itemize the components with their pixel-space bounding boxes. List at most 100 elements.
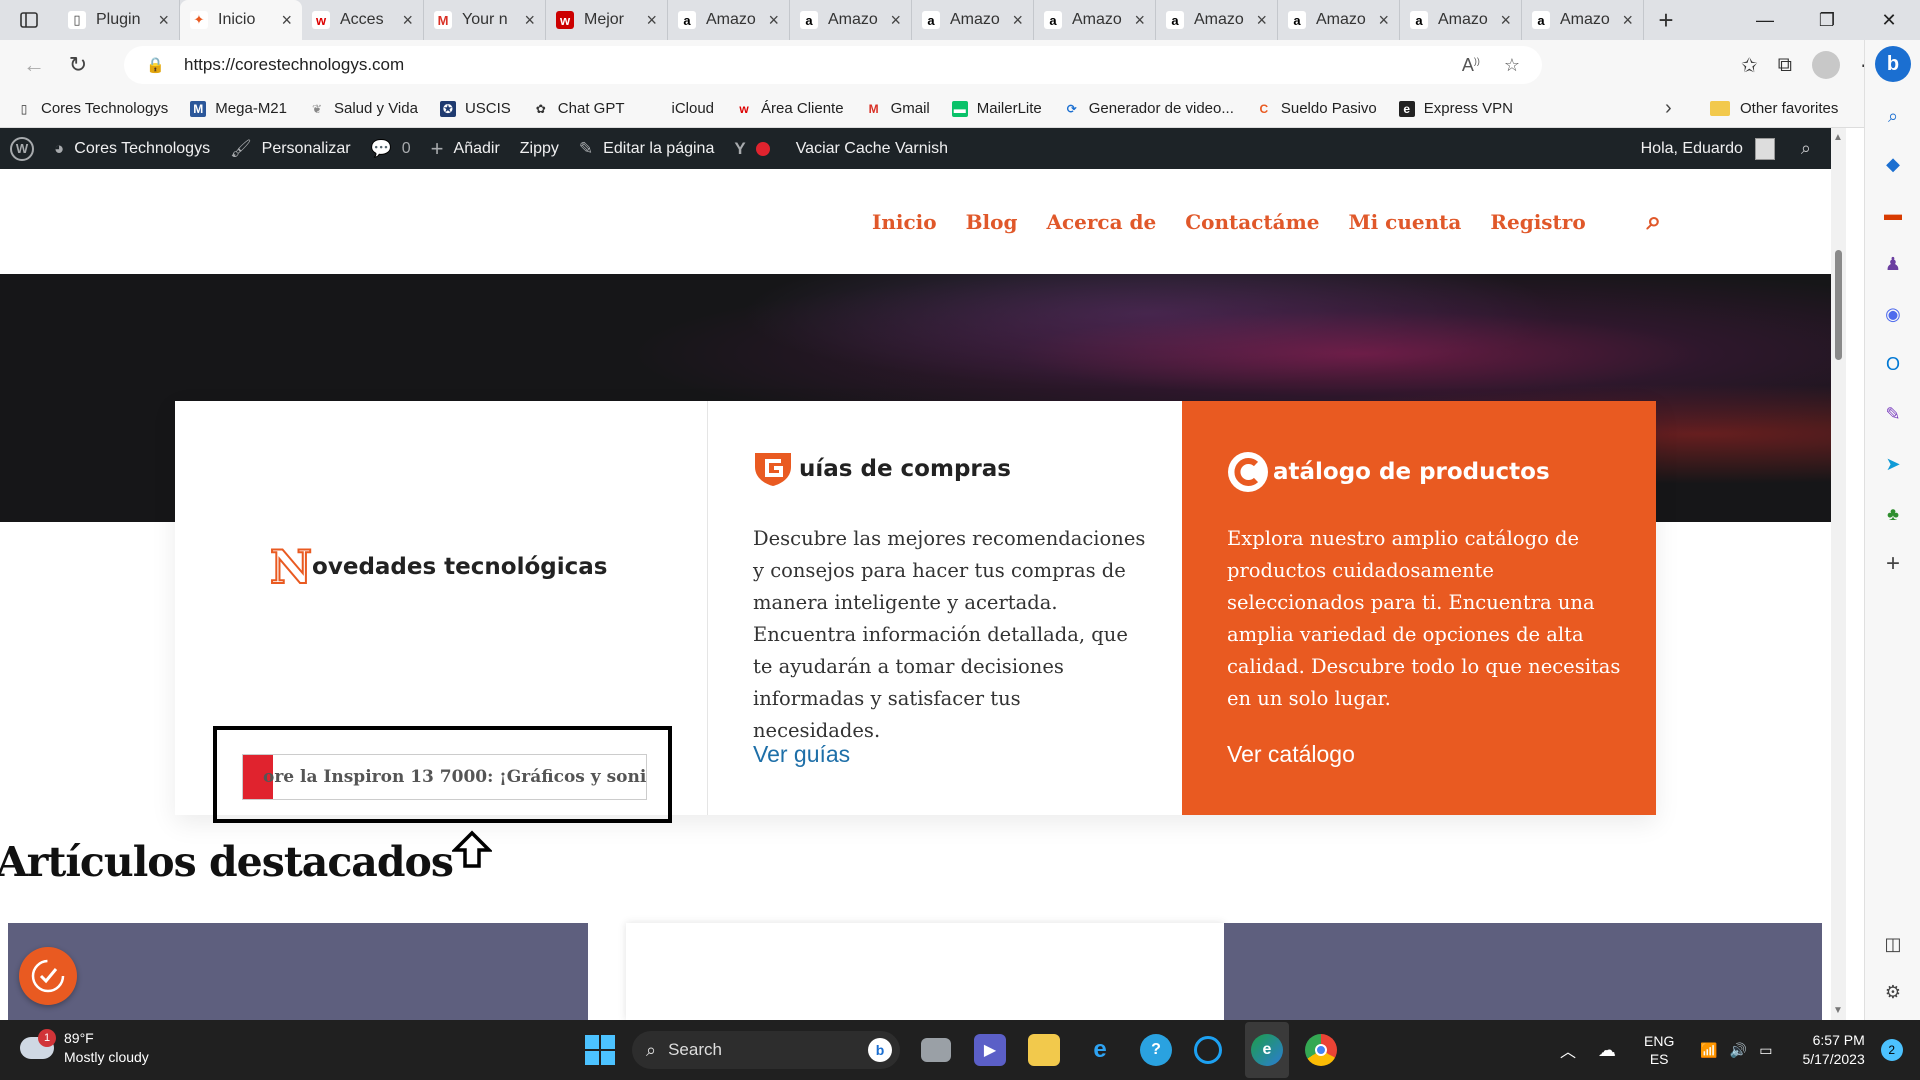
tab-5[interactable]: a Amazo ×	[668, 0, 790, 40]
bing-chat-icon[interactable]: b	[1875, 46, 1911, 82]
language-indicator[interactable]: ENG ES	[1644, 1032, 1674, 1068]
wp-add-new[interactable]: + Añadir	[431, 136, 500, 162]
refresh-button[interactable]: ↻	[56, 45, 100, 85]
tab-4[interactable]: w Mejor ×	[546, 0, 668, 40]
games-icon[interactable]: ♟	[1881, 252, 1905, 276]
menu-item-registro[interactable]: Registro	[1490, 210, 1585, 234]
url-text[interactable]: https://corestechnologys.com	[184, 55, 404, 75]
close-tab-icon[interactable]: ×	[402, 10, 413, 31]
wordpress-logo-icon[interactable]: W	[10, 136, 34, 161]
volume-icon[interactable]: 🔊	[1730, 1042, 1747, 1059]
close-tab-icon[interactable]: ×	[158, 10, 169, 31]
close-tab-icon[interactable]: ×	[1500, 10, 1511, 31]
wp-yoast[interactable]: Y	[734, 139, 770, 159]
article-card[interactable]	[626, 923, 1224, 1020]
favorite-6[interactable]: w Área Cliente	[736, 100, 843, 117]
wp-site-name[interactable]: ◕ Cores Technologys	[54, 139, 210, 159]
edge-dev-icon[interactable]: e	[1084, 1034, 1116, 1066]
tab-actions-button[interactable]	[0, 0, 58, 40]
close-tab-icon[interactable]: ×	[1012, 10, 1023, 31]
article-card[interactable]	[1224, 923, 1822, 1020]
taskbar-search[interactable]: ⌕ Search b	[632, 1031, 900, 1069]
close-tab-icon[interactable]: ×	[646, 10, 657, 31]
ticker-text[interactable]: ore la Inspiron 13 7000: ¡Gráficos y son…	[263, 767, 646, 787]
favorite-11[interactable]: e Express VPN	[1398, 100, 1513, 117]
search-icon[interactable]: ⌕	[1881, 104, 1905, 128]
search-icon[interactable]: ⌕	[1647, 206, 1662, 237]
tab-9[interactable]: a Amazo ×	[1156, 0, 1278, 40]
tab-12[interactable]: a Amazo ×	[1522, 0, 1644, 40]
battery-icon[interactable]: ▭	[1759, 1042, 1772, 1059]
favorites-icon[interactable]: ✩	[1741, 53, 1758, 78]
sidebar-toggle-icon[interactable]: ◫	[1881, 932, 1905, 956]
send-icon[interactable]: ➤	[1881, 452, 1905, 476]
favorite-4[interactable]: ✿ Chat GPT	[533, 100, 625, 117]
settings-gear-icon[interactable]: ⚙	[1881, 980, 1905, 1004]
edge-icon[interactable]: e	[1251, 1034, 1283, 1066]
minimize-button[interactable]: —	[1734, 0, 1796, 40]
favorite-2[interactable]: ❦ Salud y Vida	[309, 100, 418, 117]
favorite-10[interactable]: C Sueldo Pasivo	[1256, 100, 1377, 117]
file-explorer-icon[interactable]	[1028, 1034, 1060, 1066]
scroll-down-arrow-icon[interactable]: ▼	[1833, 1005, 1843, 1016]
close-tab-icon[interactable]: ×	[890, 10, 901, 31]
scrollbar-thumb[interactable]	[1835, 250, 1842, 360]
close-tab-icon[interactable]: ×	[1256, 10, 1267, 31]
tab-10[interactable]: a Amazo ×	[1278, 0, 1400, 40]
wp-comments[interactable]: 💬 0	[371, 139, 411, 159]
menu-item-contacto[interactable]: Contactáme	[1185, 210, 1319, 234]
toolbox-icon[interactable]: ▬	[1881, 202, 1905, 226]
cortana-icon[interactable]	[1194, 1036, 1222, 1064]
teams-icon[interactable]: ▶	[974, 1034, 1006, 1066]
tab-3[interactable]: M Your n ×	[424, 0, 546, 40]
favorite-7[interactable]: M Gmail	[866, 100, 930, 117]
collections-icon[interactable]: ⧉	[1778, 54, 1792, 77]
tab-7[interactable]: a Amazo ×	[912, 0, 1034, 40]
other-favorites[interactable]: Other favorites	[1710, 100, 1838, 117]
close-tab-icon[interactable]: ×	[1378, 10, 1389, 31]
user-avatar[interactable]	[1754, 137, 1775, 160]
start-button[interactable]	[585, 1035, 615, 1065]
news-ticker[interactable]: ore la Inspiron 13 7000: ¡Gráficos y son…	[242, 754, 647, 800]
add-favorite-icon[interactable]: ☆	[1504, 55, 1520, 76]
weather-widget[interactable]: 1 89°F Mostly cloudy	[20, 1029, 149, 1067]
menu-item-acerca[interactable]: Acerca de	[1046, 210, 1156, 234]
back-button[interactable]: ←	[12, 45, 56, 85]
close-tab-icon[interactable]: ×	[1134, 10, 1145, 31]
favorite-8[interactable]: ▬ MailerLite	[951, 100, 1042, 117]
tab-1[interactable]: ✦ Inicio ×	[180, 0, 302, 40]
outlook-icon[interactable]: O	[1881, 352, 1905, 376]
accessibility-button[interactable]	[19, 947, 77, 1005]
favorite-1[interactable]: M Mega-M21	[190, 100, 287, 117]
close-tab-icon[interactable]: ×	[1622, 10, 1633, 31]
page-scrollbar[interactable]: ▲ ▼	[1831, 128, 1846, 1020]
ver-guias-link[interactable]: Ver guías	[753, 741, 850, 768]
favorite-0[interactable]: ▯ Cores Technologys	[16, 100, 169, 117]
tab-8[interactable]: a Amazo ×	[1034, 0, 1156, 40]
favorite-5[interactable]: iCloud	[646, 100, 714, 117]
tree-icon[interactable]: ♣	[1881, 502, 1905, 526]
restore-button[interactable]: ❐	[1796, 0, 1858, 40]
menu-item-blog[interactable]: Blog	[966, 210, 1018, 234]
user-greeting[interactable]: Hola, Eduardo	[1641, 140, 1743, 158]
tab-6[interactable]: a Amazo ×	[790, 0, 912, 40]
office-icon[interactable]: ◉	[1881, 302, 1905, 326]
help-icon[interactable]: ?	[1140, 1034, 1172, 1066]
onedrive-icon[interactable]: ☁	[1598, 1040, 1616, 1061]
new-tab-button[interactable]: +	[1644, 5, 1688, 36]
tab-0[interactable]: ▯ Plugin ×	[58, 0, 180, 40]
scroll-up-arrow-icon[interactable]: ▲	[1833, 132, 1843, 143]
wp-varnish[interactable]: Vaciar Cache Varnish	[796, 140, 948, 158]
favorite-3[interactable]: ✪ USCIS	[439, 100, 511, 117]
close-window-button[interactable]: ✕	[1858, 0, 1920, 40]
menu-item-inicio[interactable]: Inicio	[872, 210, 937, 234]
chevron-up-icon[interactable]: ︿	[1560, 1038, 1576, 1062]
tab-11[interactable]: a Amazo ×	[1400, 0, 1522, 40]
wp-edit-page[interactable]: ✎ Editar la página	[579, 139, 714, 159]
url-box[interactable]: 🔒 https://corestechnologys.com A)) ☆	[124, 46, 1542, 84]
task-view-icon[interactable]	[921, 1038, 951, 1062]
designer-icon[interactable]: ✎	[1881, 402, 1905, 426]
favorite-9[interactable]: ⟳ Generador de video...	[1064, 100, 1234, 117]
close-tab-icon[interactable]: ×	[768, 10, 779, 31]
tag-icon[interactable]: ◆	[1881, 152, 1905, 176]
